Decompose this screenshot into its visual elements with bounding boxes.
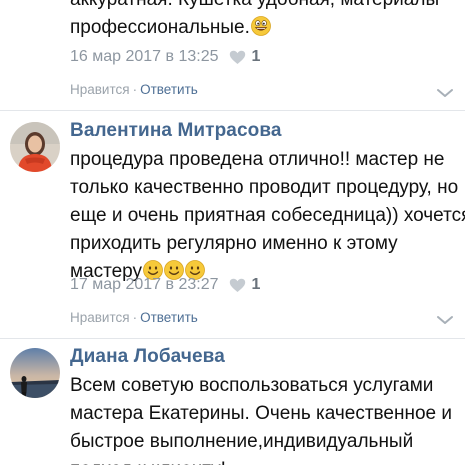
divider	[0, 110, 465, 111]
avatar[interactable]	[10, 348, 60, 398]
comment-line: процедура проведена отлично!! мастер не	[70, 149, 445, 170]
chevron-down-icon[interactable]	[435, 314, 455, 326]
avatar[interactable]	[10, 122, 60, 172]
comment-text: Всем советую воспользоваться услугами ма…	[70, 372, 460, 465]
like-link[interactable]: Нравится	[70, 310, 130, 325]
divider	[0, 338, 465, 339]
separator: ·	[132, 310, 138, 325]
comment-line: быстрое выполнение,индивидуальный	[70, 431, 414, 452]
comment-line: подход к клиенту!	[70, 456, 460, 465]
comment-line: мастера Екатерины. Очень качественное и	[70, 403, 453, 424]
comment-author[interactable]: Диана Лобачева	[70, 346, 225, 368]
comment-date[interactable]: 16 мар 2017 в 13:25	[70, 48, 219, 66]
reply-link[interactable]: Ответить	[140, 310, 198, 325]
like-count: 1	[251, 276, 261, 293]
comment-actions: Нравится · Ответить	[70, 310, 198, 325]
separator: ·	[132, 82, 138, 97]
comment-feed: аккуратная. Кушетка удобная, материалы п…	[0, 0, 465, 465]
like-count: 1	[251, 48, 261, 65]
grinning-emoji	[250, 16, 271, 36]
comment-line: профессиональные.	[70, 17, 250, 38]
comment-line-with-emoji: профессиональные.	[70, 14, 460, 42]
heart-icon[interactable]	[229, 278, 246, 293]
comment-line: приходить регулярно именно к этому	[70, 233, 398, 254]
comment-line: аккуратная. Кушетка удобная, материалы	[70, 0, 460, 14]
comment-line: еще и очень приятная собеседница)) хочет…	[70, 205, 465, 226]
comment-meta: 16 мар 2017 в 13:25 1	[70, 48, 260, 66]
chevron-down-icon[interactable]	[435, 87, 455, 99]
comment-meta: 17 мар 2017 в 23:27 1	[70, 276, 260, 294]
comment-text: процедура проведена отлично!! мастер не …	[70, 146, 465, 286]
comment-text: аккуратная. Кушетка удобная, материалы п…	[70, 0, 460, 42]
comment-line: Всем советую воспользоваться услугами	[70, 375, 434, 396]
heart-icon[interactable]	[229, 50, 246, 65]
like-link[interactable]: Нравится	[70, 82, 130, 97]
reply-link[interactable]: Ответить	[140, 82, 198, 97]
comment-actions: Нравится · Ответить	[70, 82, 198, 97]
comment-line: только качественно проводит процедуру, н…	[70, 177, 459, 198]
comment-author[interactable]: Валентина Митрасова	[70, 120, 282, 142]
comment-date[interactable]: 17 мар 2017 в 23:27	[70, 276, 219, 294]
